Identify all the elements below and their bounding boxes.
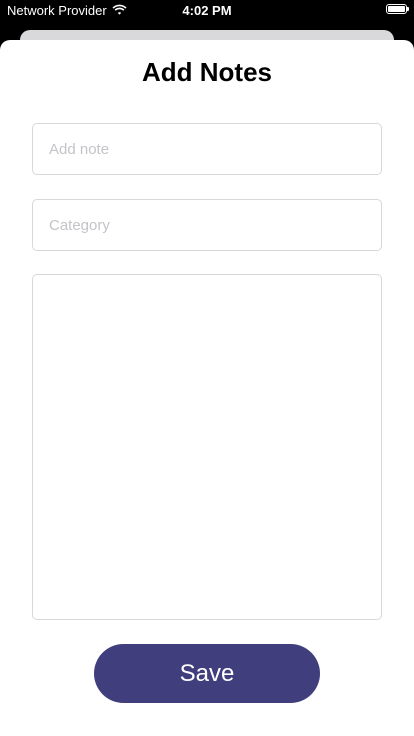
add-notes-sheet: Add Notes Save [0,40,414,736]
note-body-textarea[interactable] [32,274,382,620]
battery-fill [388,6,405,12]
battery-icon [386,4,409,14]
save-button[interactable]: Save [94,644,320,703]
screen: Network Provider 4:02 PM Add Notes Save [0,0,414,736]
note-input[interactable] [32,123,382,175]
battery-tip [407,7,409,11]
status-time: 4:02 PM [182,3,232,18]
status-right [386,4,409,14]
status-bar: Network Provider 4:02 PM [0,0,414,22]
category-input[interactable] [32,199,382,251]
page-title: Add Notes [142,57,272,87]
